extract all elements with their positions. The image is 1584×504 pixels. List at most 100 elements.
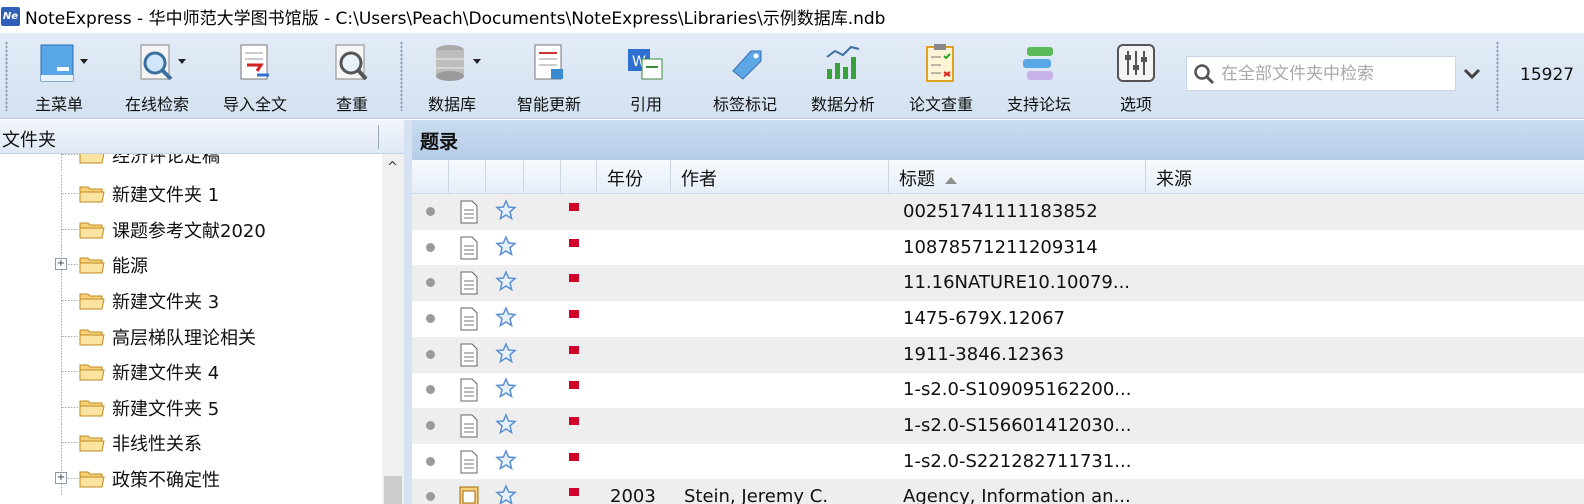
document-icon[interactable] [458,307,480,331]
flag-icon[interactable] [569,346,579,354]
column-star[interactable] [486,160,524,194]
folder-item[interactable]: 非线性关系 [0,424,382,460]
column-author[interactable]: 作者 [671,160,889,194]
flag-icon[interactable] [569,274,579,282]
table-row[interactable]: 00251741111183852 [412,194,1584,230]
options-button[interactable]: 选项 [1112,39,1160,115]
read-status-icon[interactable] [426,492,435,501]
data-analysis-button[interactable]: 数据分析 [804,39,882,115]
search-input[interactable] [1221,63,1451,84]
folder-item[interactable]: 课题参考文献2020 [0,211,382,247]
scroll-up-icon[interactable]: ^ [387,160,398,175]
column-extra[interactable] [524,160,561,194]
table-row[interactable]: 10878571211209314 [412,230,1584,266]
star-icon[interactable] [495,306,517,328]
record-title: 1475-679X.12067 [903,308,1065,329]
folder-name: 课题参考文献2020 [112,221,266,242]
read-status-icon[interactable] [426,457,435,466]
flag-icon[interactable] [569,417,579,425]
folder-name: 经济评论定稿 [112,154,220,167]
read-status-icon[interactable] [426,278,435,287]
column-read-status[interactable] [412,160,449,194]
table-row[interactable]: 1-s2.0-S156601412030... [412,408,1584,444]
flag-icon[interactable] [569,203,579,211]
star-icon[interactable] [495,484,517,504]
read-status-icon[interactable] [426,243,435,252]
toolbar-grip[interactable] [1496,41,1499,111]
toolbar-grip[interactable] [5,41,8,111]
folder-item[interactable]: + 能源 [0,246,382,282]
folder-item[interactable]: + 政策不确定性 [0,460,382,496]
read-status-icon[interactable] [426,350,435,359]
document-icon[interactable] [458,343,480,367]
document-icon[interactable] [458,271,480,295]
folder-icon [79,186,105,203]
panel-splitter[interactable] [404,120,412,504]
read-status-icon[interactable] [426,314,435,323]
flag-icon[interactable] [569,488,579,496]
search-box[interactable] [1186,56,1456,91]
read-status-icon[interactable] [426,207,435,216]
star-icon[interactable] [495,235,517,257]
star-icon[interactable] [495,199,517,221]
folder-icon [79,435,105,452]
folder-icon [79,222,105,239]
star-icon[interactable] [495,413,517,435]
star-icon[interactable] [495,377,517,399]
smart-update-button[interactable]: 智能更新 [510,39,588,115]
table-row[interactable]: 2003 Stein, Jeremy C. Agency, Informatio… [412,479,1584,504]
table-row[interactable]: 1911-3846.12363 [412,337,1584,373]
column-flag[interactable] [561,160,597,194]
table-row[interactable]: 1-s2.0-S109095162200... [412,372,1584,408]
folder-item[interactable]: 新建文件夹 5 [0,389,382,425]
expand-toggle[interactable]: + [55,258,67,270]
folder-item[interactable]: 新建文件夹 3 [0,282,382,318]
document-icon[interactable] [458,414,480,438]
import-fulltext-button[interactable]: 导入全文 [218,39,292,115]
scroll-thumb[interactable] [384,476,402,504]
duplicate-check-button[interactable]: 查重 [328,39,376,115]
star-icon[interactable] [495,270,517,292]
main-menu-button[interactable]: 主菜单 [24,39,94,115]
database-button[interactable]: 数据库 [420,39,484,115]
document-icon[interactable] [458,378,480,402]
table-row[interactable]: 1475-679X.12067 [412,301,1584,337]
folder-name: 新建文件夹 3 [112,292,220,313]
star-icon[interactable] [495,342,517,364]
document-icon[interactable] [458,236,480,260]
folder-item[interactable]: 新建文件夹 1 [0,175,382,211]
expand-toggle[interactable]: + [55,472,67,484]
online-search-button[interactable]: 在线检索 [118,39,196,115]
star-icon[interactable] [495,449,517,471]
toolbar-grip[interactable] [400,41,403,111]
read-status-icon[interactable] [426,385,435,394]
column-title[interactable]: 标题 [889,160,1146,194]
document-icon[interactable] [458,200,480,224]
record-year: 2003 [610,486,656,504]
table-row[interactable]: 1-s2.0-S221282711731... [412,444,1584,480]
document-icon[interactable] [458,450,480,474]
folder-item[interactable]: 新建文件夹 4 [0,353,382,389]
notes-document-icon[interactable] [458,485,480,504]
paper-check-button[interactable]: 论文查重 [902,39,980,115]
tag-button[interactable]: 标签标记 [706,39,784,115]
table-row[interactable]: 11.16NATURE10.10079... [412,265,1584,301]
records-panel-header: 题录 [412,120,1584,160]
column-attachment[interactable] [449,160,486,194]
toolbar: 主菜单 在线检索 导入全文 查重 数据库 智能更新 W 引用 标签标记 数据分析… [0,33,1584,119]
search-dropdown-button[interactable] [1458,56,1486,91]
flag-icon[interactable] [569,453,579,461]
folder-item[interactable]: 经济评论定稿 [0,154,382,172]
folder-item[interactable]: 高层梯队理论相关 [0,318,382,354]
folder-scrollbar[interactable]: ^ [382,154,404,504]
forum-button[interactable]: 支持论坛 [1000,39,1078,115]
cite-button[interactable]: W 引用 [622,39,670,115]
record-title: 10878571211209314 [903,237,1098,258]
flag-icon[interactable] [569,239,579,247]
read-status-icon[interactable] [426,421,435,430]
column-year[interactable]: 年份 [597,160,671,194]
column-source[interactable]: 来源 [1146,160,1584,194]
column-separator[interactable] [378,125,379,149]
flag-icon[interactable] [569,381,579,389]
flag-icon[interactable] [569,310,579,318]
